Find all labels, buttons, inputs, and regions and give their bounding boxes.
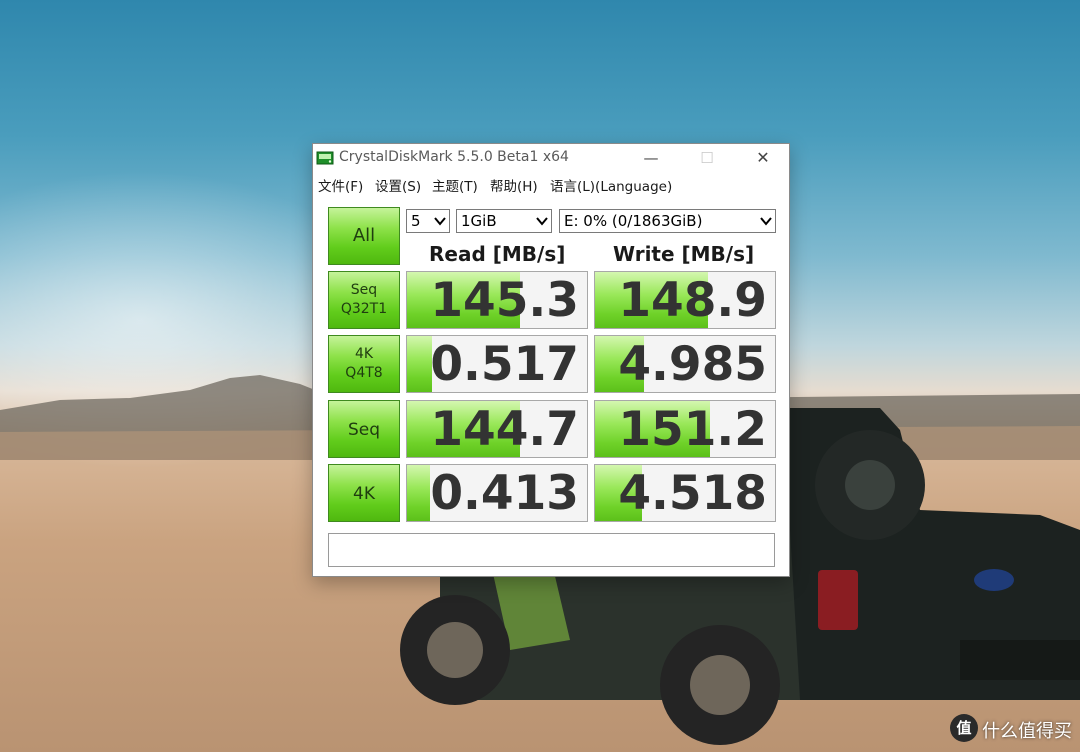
test-count-select[interactable]: 5 xyxy=(406,209,450,233)
chevron-down-icon xyxy=(536,217,548,226)
test-size-select[interactable]: 1GiB xyxy=(456,209,552,233)
watermark-logo: 值 xyxy=(950,714,978,742)
write-value: 4.518 xyxy=(618,466,767,521)
test-label-line1: Seq xyxy=(347,420,381,440)
maximize-button[interactable]: ☐ xyxy=(685,144,729,172)
write-value: 151.2 xyxy=(618,402,767,457)
drive-select[interactable]: E: 0% (0/1863GiB) xyxy=(559,209,776,233)
chevron-down-icon xyxy=(760,217,772,226)
test-label-line1: 4K xyxy=(353,484,375,504)
write-result-seq: 151.2 xyxy=(594,400,776,458)
write-result-4k-q4t8: 4.985 xyxy=(594,335,776,393)
menu-theme[interactable]: 主题(T) xyxy=(432,175,478,195)
watermark-logo-text: 值 xyxy=(956,719,972,737)
disk-app-icon xyxy=(316,151,334,165)
window-title: CrystalDiskMark 5.5.0 Beta1 x64 xyxy=(339,149,569,165)
run-all-button[interactable]: All xyxy=(328,207,400,265)
read-bar-fill xyxy=(407,336,433,392)
write-value: 4.985 xyxy=(618,337,767,392)
menu-language[interactable]: 语言(L)(Language) xyxy=(550,175,672,195)
read-result-seq-q32t1: 145.3 xyxy=(406,271,588,329)
test-label-line2: Q4T8 xyxy=(345,365,383,381)
test-button-seq-q32t1[interactable]: Seq Q32T1 xyxy=(328,271,400,329)
read-result-4k: 0.413 xyxy=(406,464,588,522)
read-value: 144.7 xyxy=(430,402,579,457)
read-value: 145.3 xyxy=(430,273,579,328)
crystaldiskmark-window: CrystalDiskMark 5.5.0 Beta1 x64 — ☐ ✕ 文件… xyxy=(312,143,790,577)
comment-input[interactable] xyxy=(328,533,775,567)
menu-file[interactable]: 文件(F) xyxy=(318,175,363,195)
drive-value: E: 0% (0/1863GiB) xyxy=(564,212,703,230)
read-bar-fill xyxy=(407,465,431,521)
menu-help[interactable]: 帮助(H) xyxy=(490,175,538,195)
close-button[interactable]: ✕ xyxy=(741,144,785,172)
write-column-header: Write [MB/s] xyxy=(613,242,755,266)
minimize-button[interactable]: — xyxy=(629,144,673,172)
menu-bar: 文件(F) 设置(S) 主题(T) 帮助(H) 语言(L)(Language) xyxy=(313,173,789,195)
run-all-label: All xyxy=(352,225,376,246)
chevron-down-icon xyxy=(434,217,446,226)
test-count-value: 5 xyxy=(411,212,421,230)
read-result-4k-q4t8: 0.517 xyxy=(406,335,588,393)
test-button-4k-q4t8[interactable]: 4K Q4T8 xyxy=(328,335,400,393)
watermark-text: 什么值得买 xyxy=(982,721,1072,742)
test-label-line1: Seq xyxy=(350,282,378,298)
test-button-seq[interactable]: Seq xyxy=(328,400,400,458)
write-result-seq-q32t1: 148.9 xyxy=(594,271,776,329)
read-column-header: Read [MB/s] xyxy=(429,242,566,266)
test-label-line2: Q32T1 xyxy=(340,301,388,317)
menu-settings[interactable]: 设置(S) xyxy=(375,175,421,195)
title-bar[interactable]: CrystalDiskMark 5.5.0 Beta1 x64 — ☐ ✕ xyxy=(313,144,789,172)
test-size-value: 1GiB xyxy=(461,212,497,230)
read-value: 0.413 xyxy=(430,466,579,521)
test-button-4k[interactable]: 4K xyxy=(328,464,400,522)
write-value: 148.9 xyxy=(618,273,767,328)
test-label-line1: 4K xyxy=(354,346,374,362)
read-result-seq: 144.7 xyxy=(406,400,588,458)
read-value: 0.517 xyxy=(430,337,579,392)
write-result-4k: 4.518 xyxy=(594,464,776,522)
